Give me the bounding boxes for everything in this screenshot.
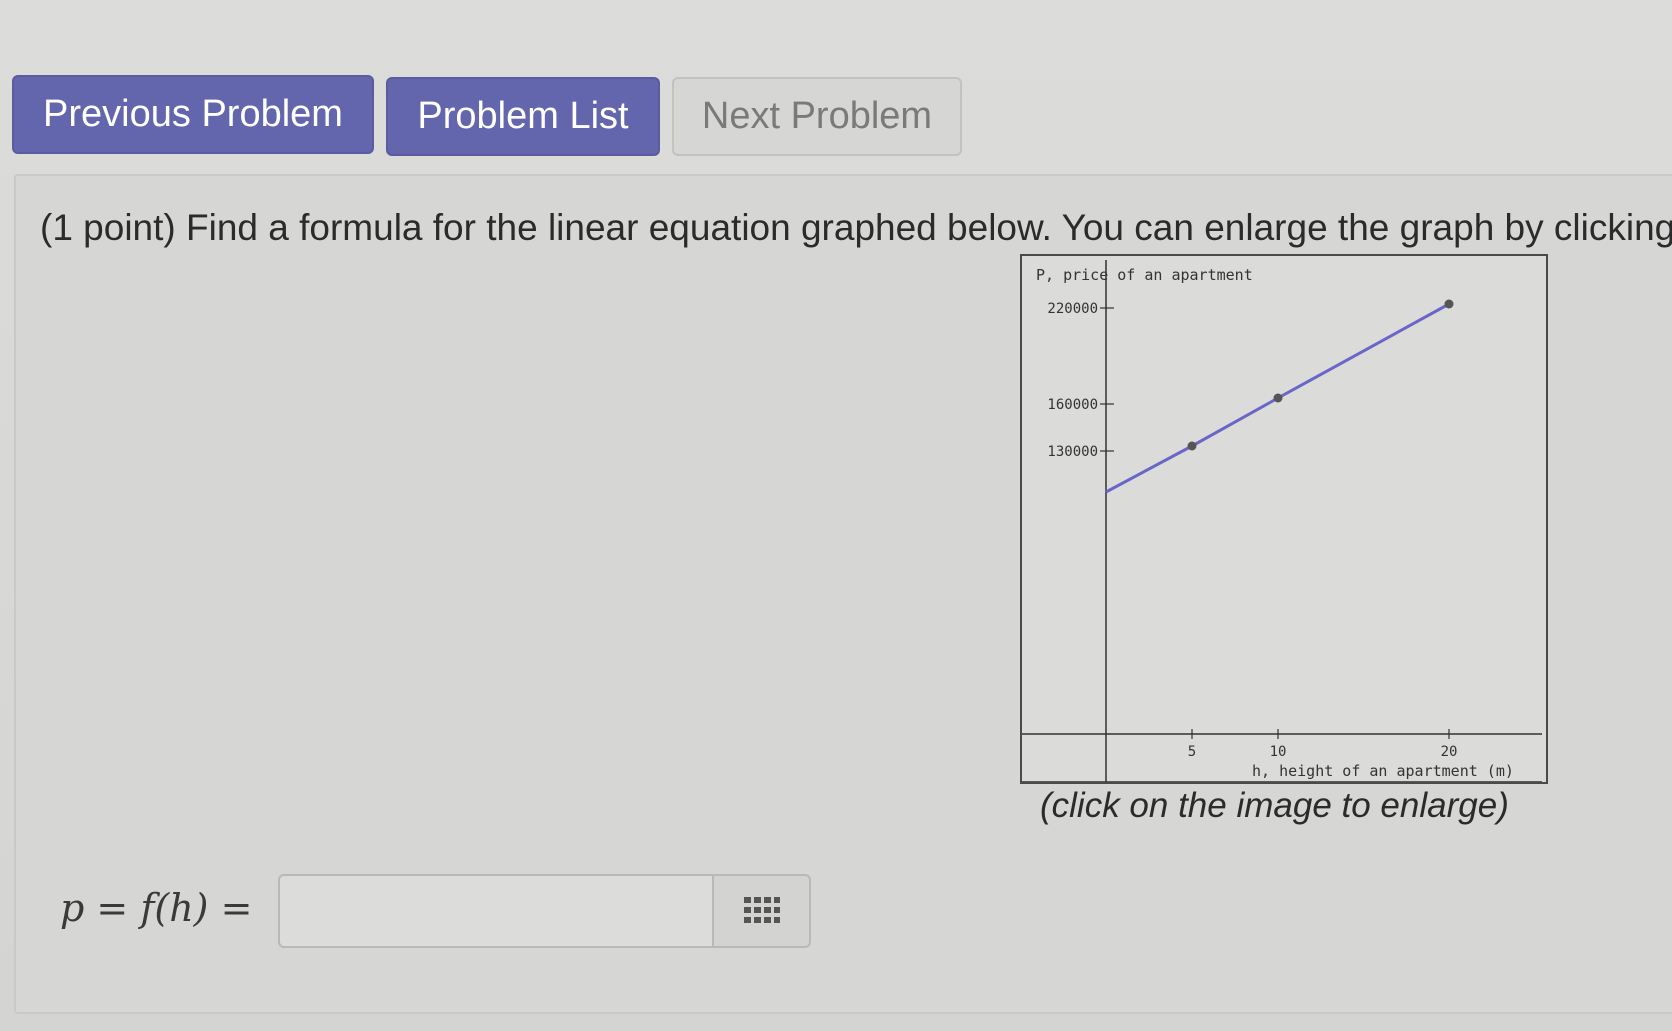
next-problem-button[interactable]: Next Problem [672, 77, 962, 156]
y-tick-label: 130000 [1047, 444, 1098, 460]
graph-image[interactable]: P, price of an apartment 220000 160000 1300… [1020, 254, 1548, 784]
keypad-button[interactable] [712, 874, 811, 948]
answer-input[interactable] [278, 874, 712, 948]
problem-statement: (1 point) Find a formula for the linear … [40, 207, 1672, 248]
y-axis-label: P, price of an apartment [1036, 266, 1253, 284]
x-tick-label: 10 [1270, 744, 1287, 760]
formula-label: p = f(h) = [60, 886, 253, 930]
x-axis-label: h, height of an apartment (m) [1252, 762, 1514, 780]
page-title-fragment [0, 0, 1020, 12]
webwork-problem-page: Previous Problem Problem List Next Probl… [0, 0, 1672, 1031]
enlarge-caption: (click on the image to enlarge) [1040, 786, 1509, 825]
problem-list-button[interactable]: Problem List [386, 77, 660, 156]
x-tick-label: 20 [1441, 744, 1458, 760]
line-chart: P, price of an apartment 220000 160000 1300… [1022, 260, 1542, 782]
data-point [1273, 393, 1283, 403]
x-tick-label: 5 [1188, 744, 1196, 760]
data-point [1444, 299, 1454, 309]
grid-keypad-icon [743, 897, 780, 923]
y-tick-label: 160000 [1047, 397, 1098, 413]
previous-problem-button[interactable]: Previous Problem [12, 75, 374, 154]
y-tick-label: 220000 [1047, 301, 1098, 317]
data-point [1187, 441, 1197, 451]
